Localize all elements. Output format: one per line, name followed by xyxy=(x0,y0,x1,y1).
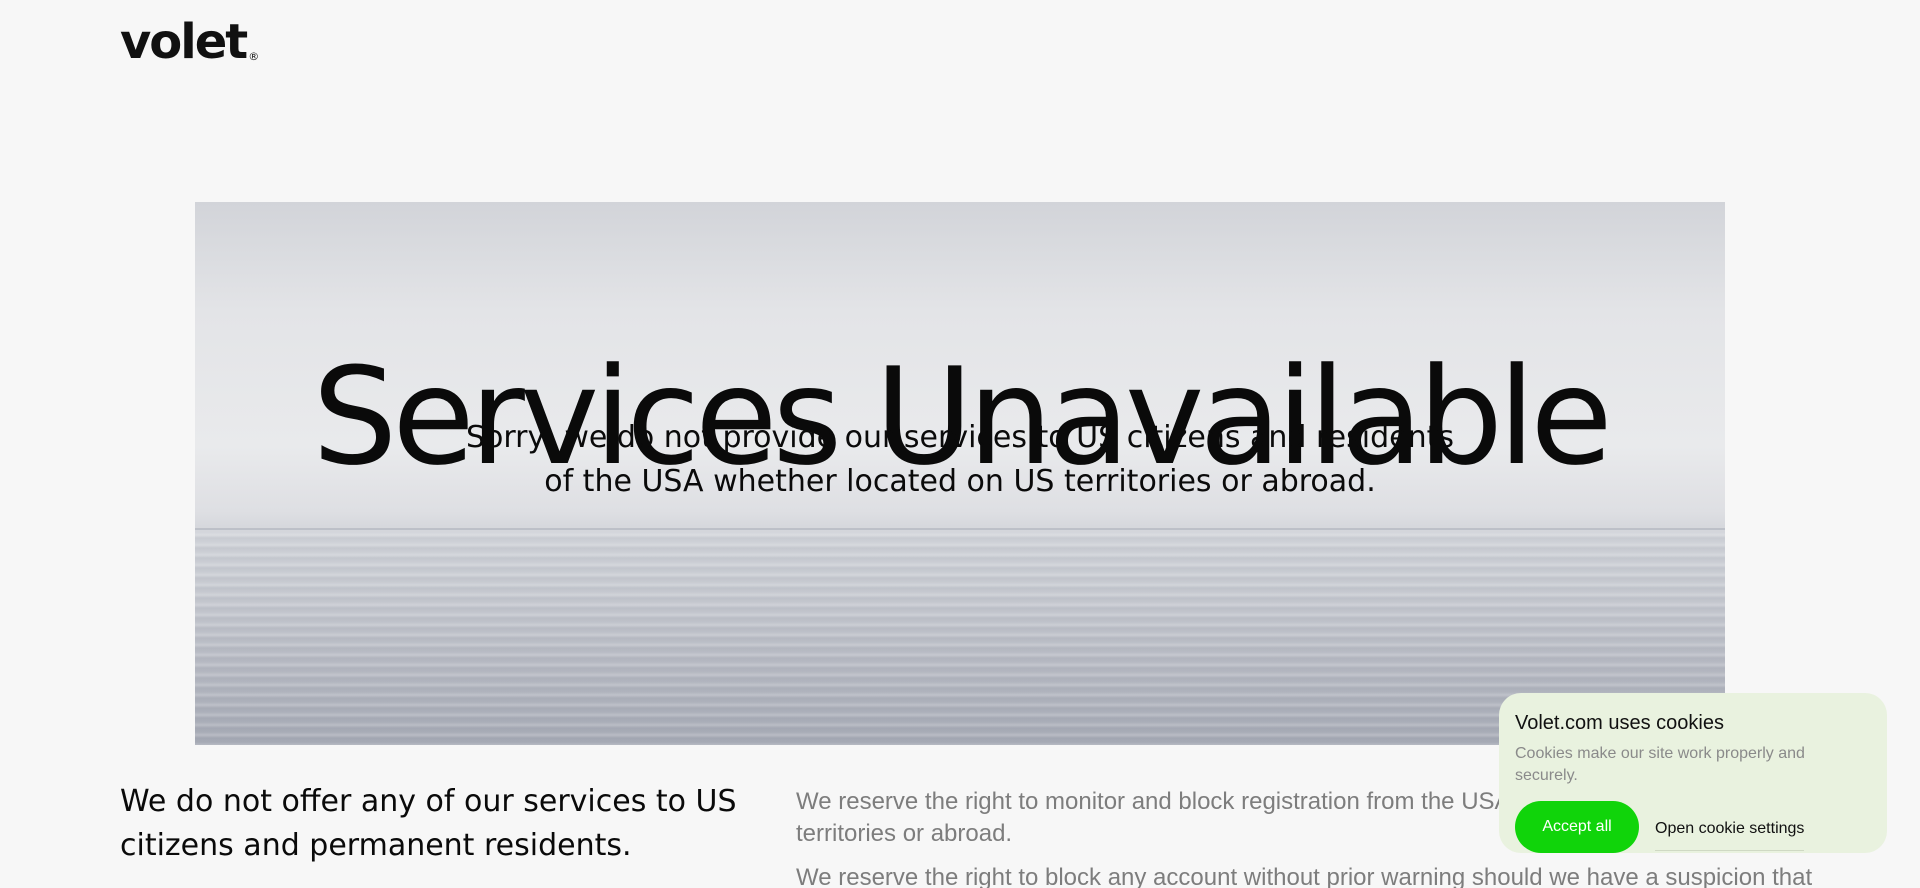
cookie-banner-title: Volet.com uses cookies xyxy=(1515,712,1724,734)
accept-all-cookies-button[interactable]: Accept all xyxy=(1515,801,1639,853)
restriction-paragraph-2: We reserve the right to block any accoun… xyxy=(796,864,1813,888)
hero-banner: Services Unavailable Sorry, we do not pr… xyxy=(195,202,1725,745)
hero-subtitle-line-1: Sorry, we do not provide our services to… xyxy=(465,420,1455,455)
cookie-banner: Volet.com uses cookies Cookies make our … xyxy=(1499,693,1887,853)
logo-text: volet xyxy=(120,14,248,70)
volet-logo[interactable]: volet ® xyxy=(120,14,259,70)
registered-mark: ® xyxy=(248,50,259,63)
open-cookie-settings-button[interactable]: Open cookie settings xyxy=(1655,816,1805,851)
hero-subtitle: Sorry, we do not provide our services to… xyxy=(195,416,1725,504)
hero-subtitle-line-2: of the USA whether located on US territo… xyxy=(544,464,1376,499)
sea-background xyxy=(195,532,1725,745)
sea-horizon xyxy=(195,528,1725,530)
cookie-banner-description: Cookies make our site work properly and … xyxy=(1515,745,1805,784)
page: volet ® Services Unavailable Sorry, we d… xyxy=(0,0,1920,888)
restriction-heading: We do not offer any of our services to U… xyxy=(120,784,737,863)
cookie-actions: Accept all Open cookie settings xyxy=(1515,801,1871,853)
